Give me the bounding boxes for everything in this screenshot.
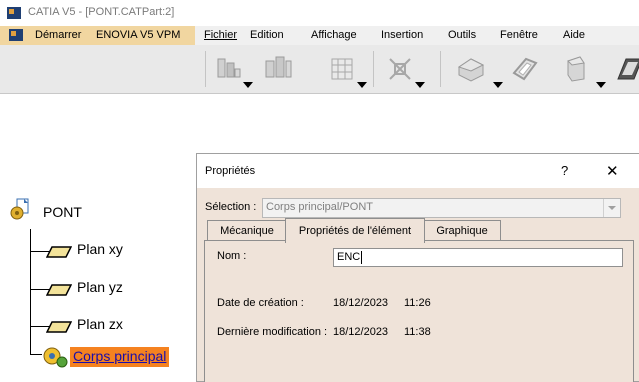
dialog-titlebar: Propriétés ? ✕ <box>197 154 639 188</box>
dropdown-arrow-icon[interactable] <box>415 82 425 88</box>
dropdown-arrow-icon[interactable] <box>596 82 606 88</box>
menu-edit[interactable]: Edition <box>250 29 284 41</box>
tree-item-selected[interactable]: Corps principal <box>70 347 170 367</box>
toolbar-separator <box>373 51 374 87</box>
dropdown-arrow-icon[interactable] <box>493 82 503 88</box>
menu-file[interactable]: Fichier <box>204 29 237 41</box>
close-button[interactable]: ✕ <box>606 162 619 180</box>
menu-view[interactable]: Affichage <box>311 29 357 41</box>
window-title: CATIA V5 - [PONT.CATPart:2] <box>28 6 175 18</box>
selection-value: Corps principal/PONT <box>266 201 373 213</box>
tab-graphique[interactable]: Graphique <box>423 220 501 241</box>
tree-root-label[interactable]: PONT <box>43 204 82 220</box>
tree-item-plan-zx[interactable]: Plan zx <box>77 316 123 332</box>
tree-item-plan-yz[interactable]: Plan yz <box>77 279 123 295</box>
menu-start[interactable]: Démarrer <box>35 29 81 41</box>
menu-enovia[interactable]: ENOVIA V5 VPM <box>96 29 180 41</box>
menu-help[interactable]: Aide <box>563 29 585 41</box>
start-menu-area: Démarrer ENOVIA V5 VPM <box>0 26 195 45</box>
name-input[interactable]: ENC <box>333 248 623 267</box>
solid-face-icon[interactable] <box>455 53 487 85</box>
window-titlebar: CATIA V5 - [PONT.CATPart:2] <box>0 0 639 26</box>
selection-label: Sélection : <box>205 201 257 213</box>
tree-connector <box>30 229 31 354</box>
text-caret <box>361 251 362 264</box>
dropdown-arrow-icon[interactable] <box>243 82 253 88</box>
plane-icon[interactable] <box>45 320 73 333</box>
body-gear-icon[interactable] <box>40 345 68 368</box>
plane-icon[interactable] <box>45 283 73 296</box>
tree-item-plan-xy[interactable]: Plan xy <box>77 241 123 257</box>
extrude-icon[interactable] <box>612 53 639 85</box>
menu-window[interactable]: Fenêtre <box>500 29 538 41</box>
part-icon[interactable] <box>10 198 29 220</box>
created-label: Date de création : <box>217 297 304 309</box>
help-button[interactable]: ? <box>561 163 568 178</box>
chevron-down-icon[interactable] <box>603 199 620 217</box>
plane-icon[interactable] <box>45 245 73 258</box>
grid-pattern-icon[interactable] <box>326 53 358 85</box>
name-label: Nom : <box>217 250 247 262</box>
tree-item-corps-principal[interactable]: Corps principal <box>73 348 166 364</box>
toolbar-separator <box>205 51 206 87</box>
tab-mecanique[interactable]: Mécanique <box>207 220 287 241</box>
menu-insert[interactable]: Insertion <box>381 29 423 41</box>
catia-app-icon <box>7 7 21 19</box>
created-time: 11:26 <box>404 297 431 309</box>
toolbar-separator <box>440 51 441 87</box>
multi-instantiation-icon[interactable] <box>212 53 244 85</box>
hollow-shape-icon[interactable] <box>508 53 540 85</box>
modified-time: 11:38 <box>404 326 431 338</box>
properties-dialog: Propriétés ? ✕ Sélection : Corps princip… <box>196 153 639 382</box>
menu-bar: Démarrer ENOVIA V5 VPM Fichier Edition A… <box>0 26 639 45</box>
created-date: 18/12/2023 <box>333 297 389 309</box>
modified-date: 18/12/2023 <box>333 326 389 338</box>
dialog-title: Propriétés <box>205 165 256 177</box>
catia-start-icon[interactable] <box>9 29 23 41</box>
tab-proprietes-element[interactable]: Propriétés de l'élément <box>285 218 425 243</box>
menu-tools[interactable]: Outils <box>448 29 476 41</box>
dropdown-arrow-icon[interactable] <box>357 82 367 88</box>
selection-combo[interactable]: Corps principal/PONT <box>262 198 621 218</box>
name-value: ENC <box>337 251 361 263</box>
pattern-icon[interactable] <box>262 53 294 85</box>
modified-label: Dernière modification : <box>217 326 328 338</box>
shell-icon[interactable] <box>560 53 592 85</box>
toolbar <box>0 45 639 94</box>
symmetry-icon[interactable] <box>384 53 416 85</box>
